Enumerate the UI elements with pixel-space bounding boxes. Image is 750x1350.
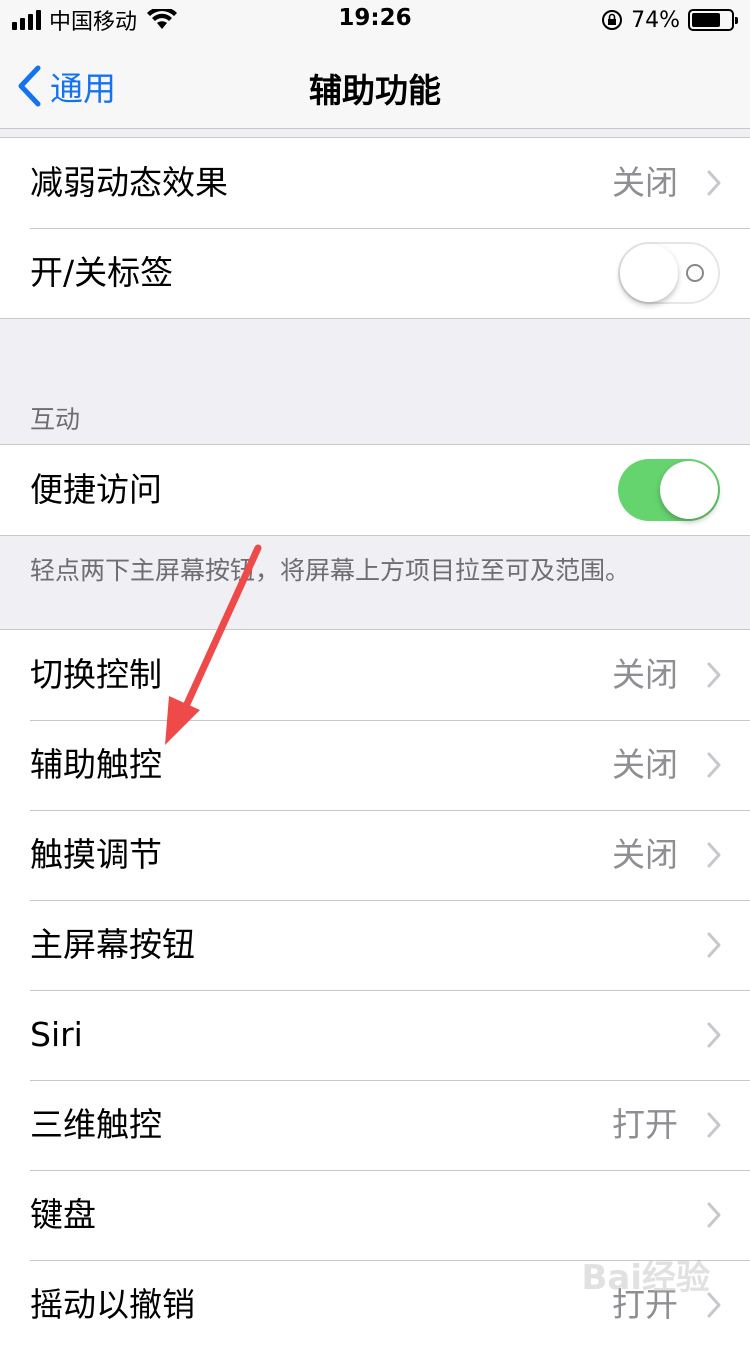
row-label: 触摸调节 xyxy=(30,835,162,874)
chevron-right-icon xyxy=(707,842,721,868)
chevron-right-icon xyxy=(707,932,721,958)
list-item[interactable]: 主屏幕按钮 xyxy=(0,900,750,990)
controls-group: 切换控制 关闭 辅助触控 关闭 触摸调节 关闭 主屏幕按钮 Siri 三维触控 … xyxy=(0,629,750,1350)
off-indicator-icon xyxy=(686,264,704,282)
rotation-lock-icon xyxy=(602,10,623,30)
interaction-section-header: 互动 xyxy=(30,405,81,434)
list-item[interactable]: Siri xyxy=(0,990,750,1080)
row-label: 辅助触控 xyxy=(30,745,162,784)
row-label: 便捷访问 xyxy=(30,470,162,509)
on-off-labels-switch[interactable] xyxy=(618,242,720,304)
interaction-group: 便捷访问 xyxy=(0,444,750,536)
row-label: Siri xyxy=(30,1015,83,1054)
chevron-right-icon xyxy=(707,662,721,688)
motion-group: 减弱动态效果 关闭 开/关标签 xyxy=(0,137,750,319)
row-label: 减弱动态效果 xyxy=(30,163,228,202)
row-label: 切换控制 xyxy=(30,655,162,694)
chevron-right-icon xyxy=(707,1112,721,1138)
row-value: 关闭 xyxy=(612,835,678,874)
list-item[interactable]: 触摸调节 关闭 xyxy=(0,810,750,900)
row-label: 开/关标签 xyxy=(30,253,174,292)
list-item[interactable]: 辅助触控 关闭 xyxy=(0,720,750,810)
list-item[interactable]: 三维触控 打开 xyxy=(0,1080,750,1170)
row-value: 关闭 xyxy=(612,655,678,694)
list-item[interactable]: 切换控制 关闭 xyxy=(0,630,750,720)
battery-icon xyxy=(688,9,738,31)
row-value: 打开 xyxy=(612,1105,678,1144)
reachability-footer: 轻点两下主屏幕按钮，将屏幕上方项目拉至可及范围。 xyxy=(30,556,631,585)
watermark-logo: Bai经验 xyxy=(581,1258,710,1298)
chevron-right-icon xyxy=(707,752,721,778)
row-label: 键盘 xyxy=(30,1195,96,1234)
reachability-row: 便捷访问 xyxy=(0,445,750,535)
switch-knob xyxy=(620,244,678,302)
chevron-right-icon xyxy=(707,170,721,196)
page-title: 辅助功能 xyxy=(309,71,441,110)
on-off-labels-row: 开/关标签 xyxy=(0,228,750,318)
chevron-right-icon xyxy=(707,1202,721,1228)
navigation-bar: 通用 辅助功能 xyxy=(0,40,750,129)
battery-percent: 74% xyxy=(631,7,680,33)
reduce-motion-row[interactable]: 减弱动态效果 关闭 xyxy=(0,138,750,228)
list-item[interactable]: 键盘 xyxy=(0,1170,750,1260)
row-label: 三维触控 xyxy=(30,1105,162,1144)
switch-knob xyxy=(660,461,718,519)
row-value: 关闭 xyxy=(612,745,678,784)
reachability-switch[interactable] xyxy=(618,459,720,521)
row-label: 主屏幕按钮 xyxy=(30,925,195,964)
status-bar: 中国移动 19:26 74% xyxy=(0,0,750,40)
row-label: 摇动以撤销 xyxy=(30,1285,195,1324)
chevron-right-icon xyxy=(707,1022,721,1048)
row-value: 关闭 xyxy=(612,163,678,202)
